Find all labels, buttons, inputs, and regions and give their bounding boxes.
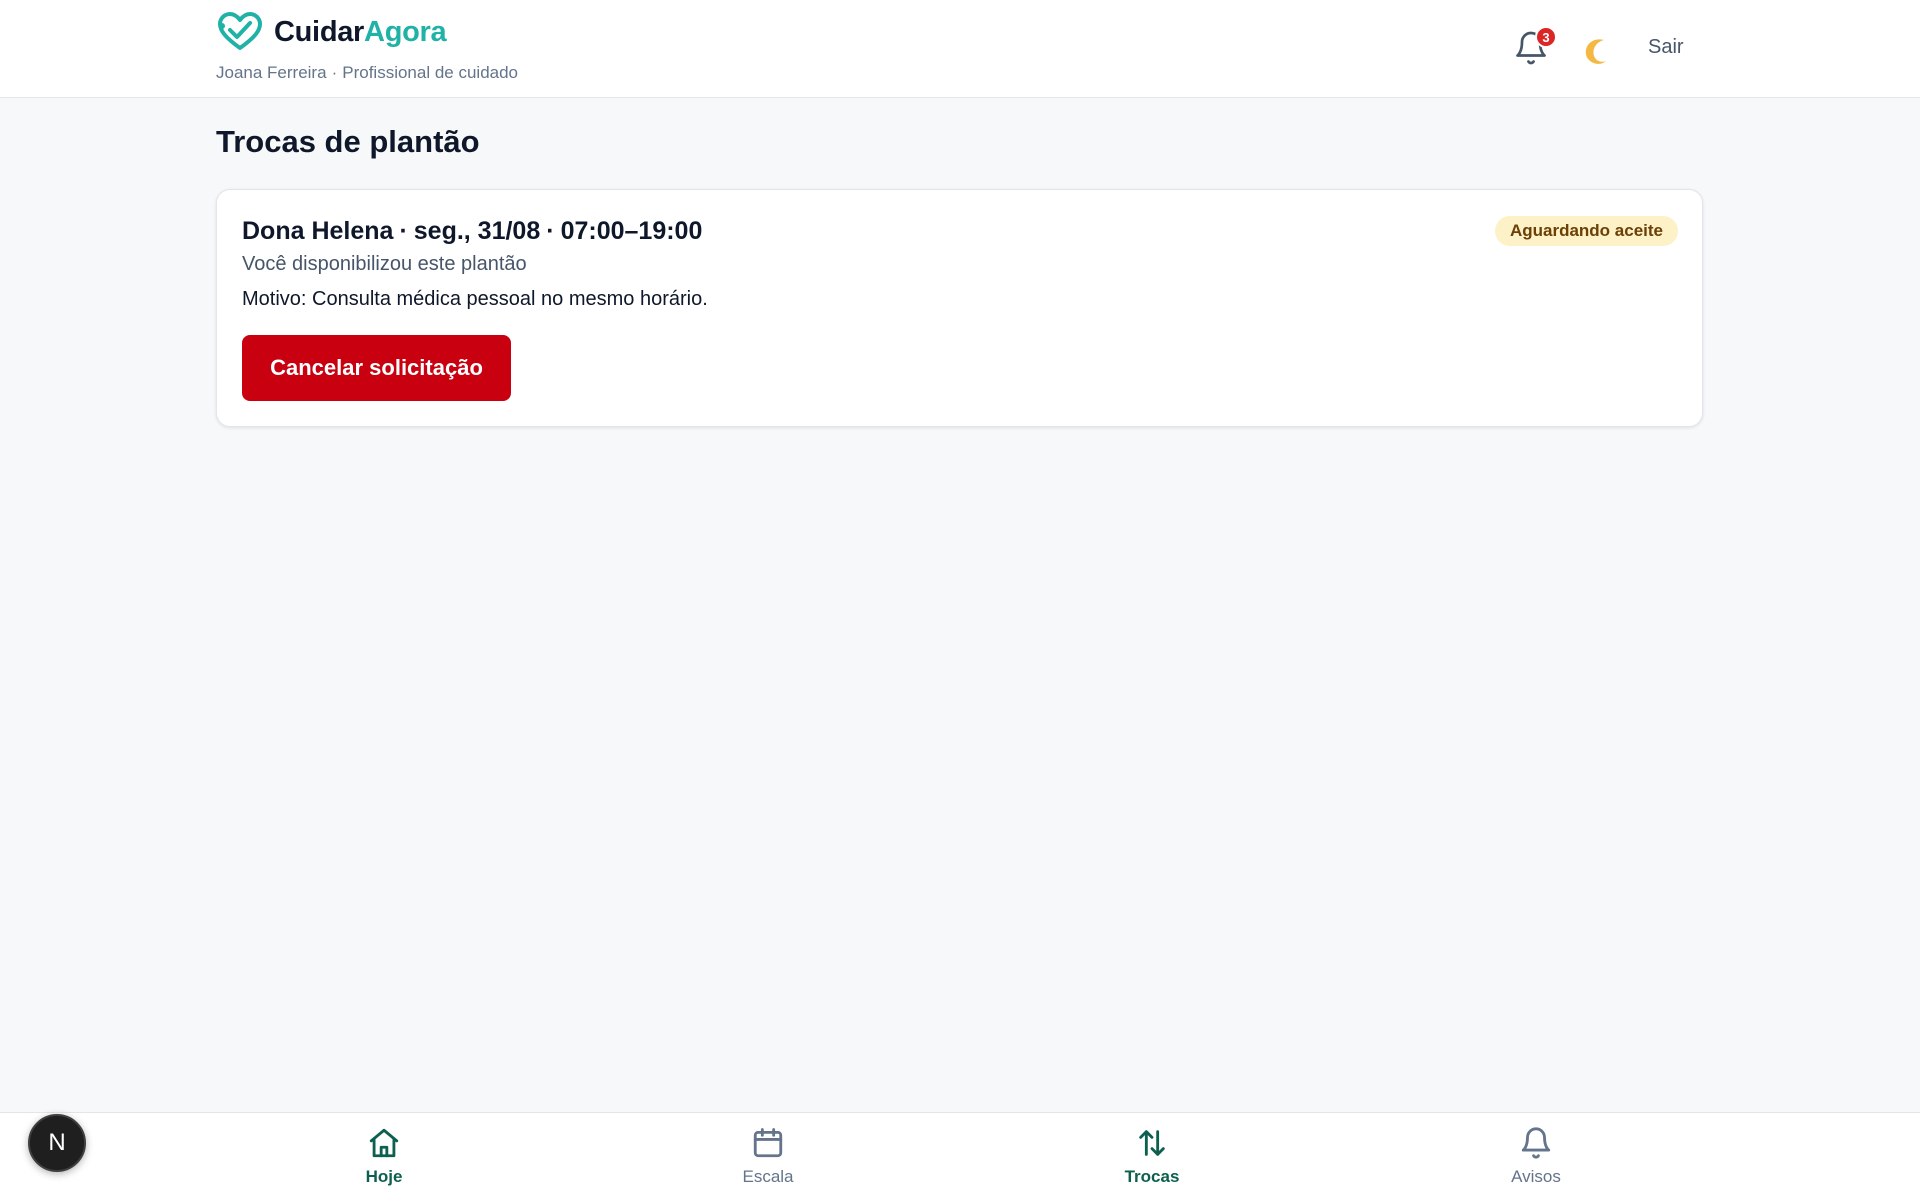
nav-label-trocas: Trocas <box>1124 1167 1180 1186</box>
bell-icon <box>1521 1127 1551 1159</box>
swap-arrows-icon <box>1139 1130 1165 1156</box>
logout-button[interactable]: Sair <box>1648 36 1684 59</box>
moon-icon <box>1585 39 1606 64</box>
nav-label-avisos: Avisos <box>1511 1167 1561 1186</box>
notification-count-badge: 3 <box>1535 26 1557 48</box>
app-header: CuidarAgora Joana Ferreira · Profissional … <box>0 0 1920 98</box>
user-role: Profissional de cuidado <box>342 63 519 82</box>
nav-item-trocas[interactable]: Trocas <box>1072 1113 1232 1200</box>
calendar-icon <box>753 1128 783 1158</box>
nav-item-avisos[interactable]: Avisos <box>1456 1113 1616 1200</box>
notifications-button[interactable]: 3 <box>1513 26 1557 70</box>
brand[interactable]: CuidarAgora <box>216 12 447 52</box>
heart-logo-icon <box>218 12 262 50</box>
dev-tools-letter: N <box>48 1129 66 1156</box>
patient-name: Dona Helena <box>242 217 394 245</box>
dev-tools-button[interactable]: N <box>28 1114 86 1172</box>
theme-toggle-button[interactable] <box>1580 34 1614 68</box>
cancel-request-button[interactable]: Cancelar solicitação <box>242 335 511 401</box>
nav-item-hoje[interactable]: Hoje <box>304 1113 464 1200</box>
card-title: Dona Helena · seg., 31/08 · 07:00–19:00 <box>242 217 703 245</box>
card-subtitle: Você disponibilizou este plantão <box>242 253 527 275</box>
shift-time: 07:00–19:00 <box>560 217 703 245</box>
status-badge: Aguardando aceite <box>1494 216 1678 246</box>
page-title: Trocas de plantão <box>216 124 480 159</box>
user-info: Joana Ferreira · Profissional de cuidado <box>216 63 519 82</box>
nav-label-escala: Escala <box>742 1167 794 1186</box>
nav-label-hoje: Hoje <box>365 1167 403 1186</box>
brand-name: CuidarAgora <box>274 15 447 48</box>
user-name: Joana Ferreira <box>216 63 327 82</box>
swap-reason: Motivo: Consulta médica pessoal no mesmo… <box>242 288 708 310</box>
swap-request-card: Dona Helena · seg., 31/08 · 07:00–19:00 Agua… <box>216 189 1703 427</box>
home-icon <box>369 1128 399 1158</box>
nav-item-escala[interactable]: Escala <box>688 1113 848 1200</box>
shift-date: seg., 31/08 <box>413 217 541 245</box>
bottom-nav: Hoje Escala Trocas Avisos <box>0 1112 1920 1200</box>
